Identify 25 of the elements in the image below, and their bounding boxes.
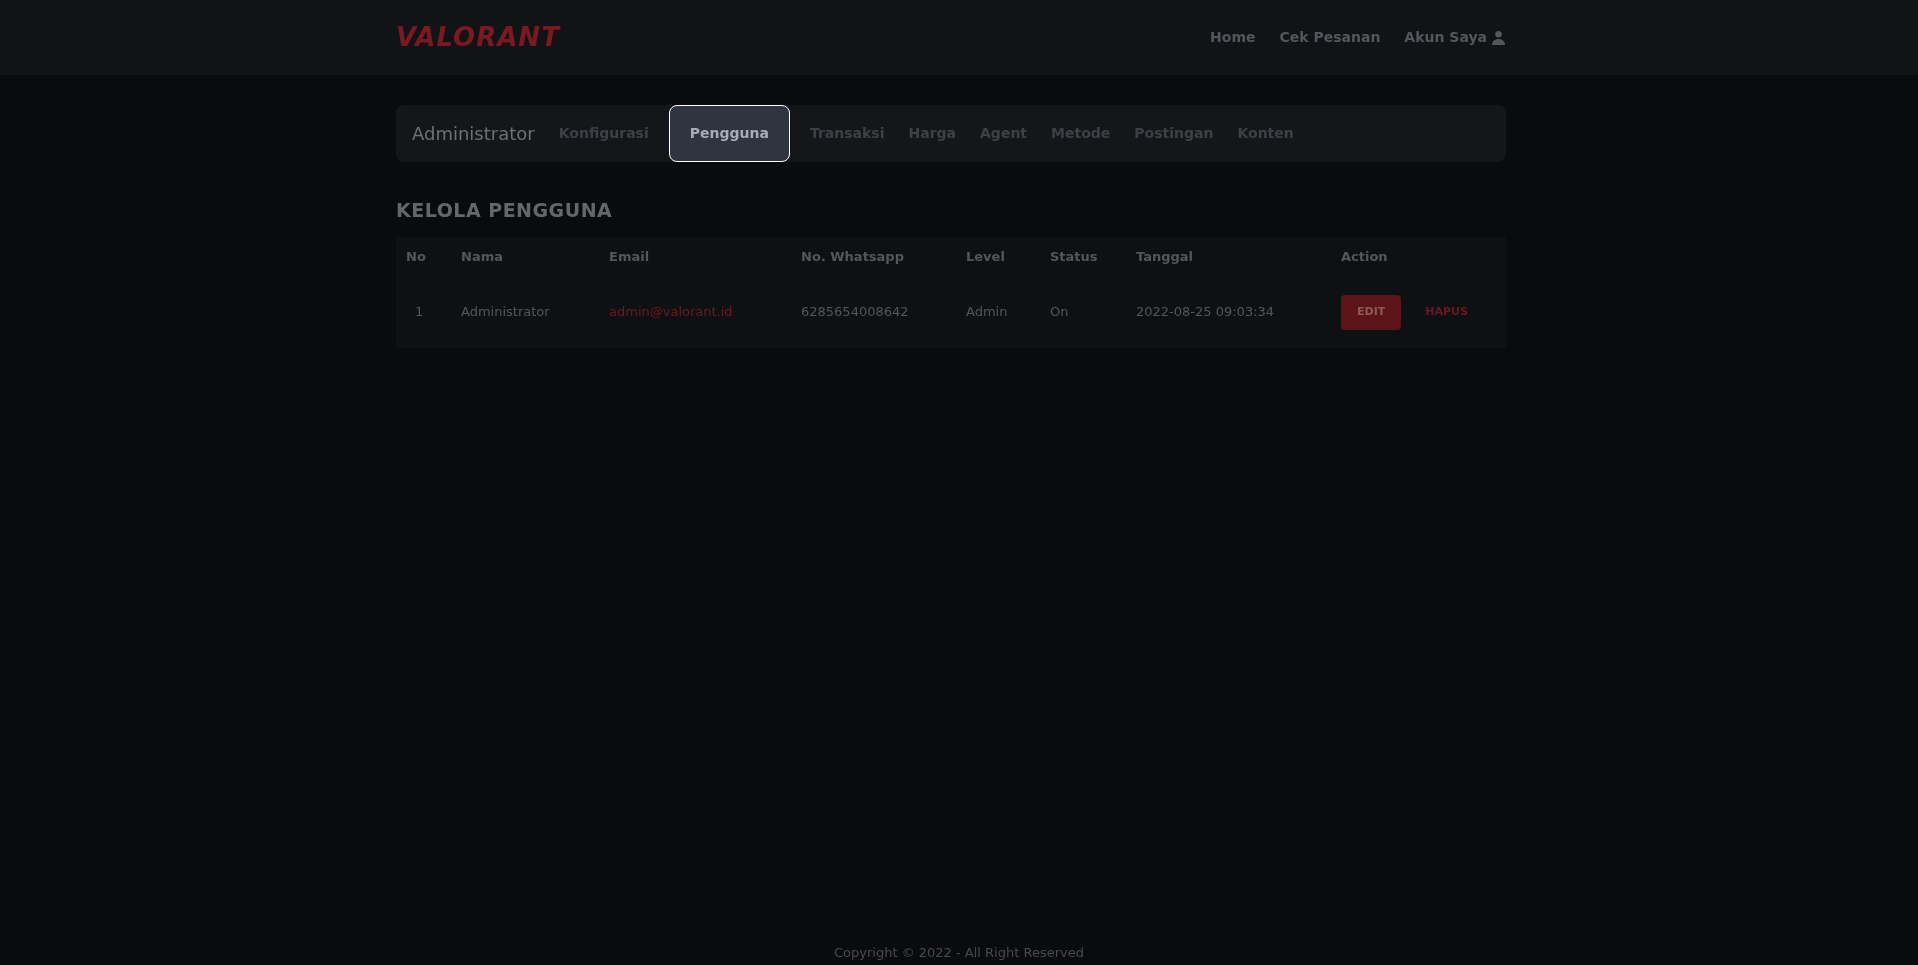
column-header: Nama — [461, 247, 504, 266]
table-cell-text: 2022-08-25 09:03:34 — [1136, 303, 1276, 322]
column-header: No. Whatsapp — [801, 247, 905, 266]
column-header: No — [405, 247, 427, 266]
admin-tab[interactable]: Pengguna — [668, 105, 790, 162]
copyright-text: Copyright © 2022 - All Right Reserved — [834, 944, 1084, 962]
column-header: Email — [609, 247, 651, 266]
admin-title: Administrator — [412, 122, 535, 146]
table-cell-text: Admin — [966, 303, 1009, 322]
table-cell-text: 1 — [414, 303, 425, 322]
column-header: Level — [966, 247, 1006, 266]
edit-button[interactable]: EDIT — [1341, 294, 1402, 330]
user-icon — [1491, 30, 1506, 45]
column-header: Tanggal — [1136, 247, 1195, 266]
column-header: Status — [1050, 247, 1099, 266]
email-link[interactable]: admin@valorant.id — [609, 304, 733, 320]
nav-link[interactable]: Home — [1210, 27, 1256, 48]
table-cell-text: 6285654008642 — [801, 303, 910, 322]
table-cell-text: Administrator — [461, 303, 551, 322]
table-cell-text: On — [1050, 303, 1070, 322]
column-header: Action — [1341, 247, 1389, 266]
nav-link[interactable]: Akun Saya — [1404, 27, 1506, 48]
nav-link[interactable]: Cek Pesanan — [1279, 27, 1381, 48]
logo[interactable]: VALORANT — [396, 18, 560, 57]
page-heading: KELOLA PENGGUNA — [396, 198, 614, 223]
